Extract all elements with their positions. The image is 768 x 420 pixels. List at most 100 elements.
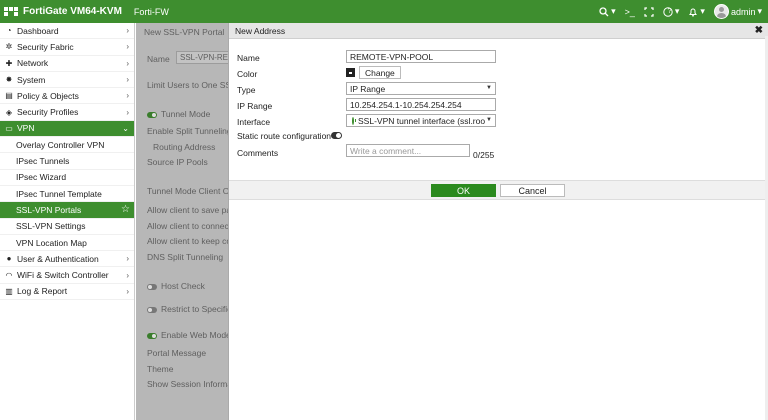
dialog-header: New Address ✖ (229, 23, 768, 39)
ip-range-label: IP Range (237, 101, 273, 111)
chevron-down-icon: ▾ (757, 6, 762, 16)
sidebar-item-label: IPsec Tunnel Template (16, 188, 102, 199)
sidebar-item-vpn-location-map[interactable]: VPN Location Map (0, 235, 134, 252)
chevron-right-icon: › (126, 58, 129, 68)
name-field[interactable]: REMOTE-VPN-POOL (346, 50, 496, 63)
sidebar-item-label: Policy & Objects (17, 90, 79, 101)
help-button[interactable]: ? ▾ (663, 6, 679, 17)
bg-split-tunneling: Enable Split Tunneling (147, 126, 228, 136)
cli-console-button[interactable]: >_ (625, 7, 635, 17)
chevron-down-icon: ▾ (700, 6, 705, 16)
fullscreen-button[interactable] (644, 6, 654, 17)
type-label: Type (237, 85, 256, 95)
sidebar-item-vpn[interactable]: ▭ VPN ⌄ (0, 120, 134, 138)
dialog-title: New Address (235, 25, 286, 36)
sidebar-item-label: WiFi & Switch Controller (17, 270, 109, 281)
sidebar-item-security-fabric[interactable]: ✲ Security Fabric › (0, 39, 134, 56)
type-select-value: IP Range (350, 83, 386, 94)
search-button[interactable]: ▾ (599, 6, 616, 17)
sidebar: ◔ Dashboard › ✲ Security Fabric › ✚ Network › … (0, 23, 135, 420)
user-icon: ● (6, 254, 12, 264)
sidebar-item-label: VPN (17, 123, 35, 134)
hostname: Forti-FW (133, 6, 169, 17)
chevron-right-icon: › (126, 286, 129, 296)
dialog-footer (229, 180, 768, 200)
sidebar-item-ipsec-tunnels[interactable]: IPsec Tunnels (0, 153, 134, 170)
sidebar-item-overlay-controller-vpn[interactable]: Overlay Controller VPN (0, 137, 134, 154)
sidebar-item-label: User & Authentication (17, 253, 99, 264)
sidebar-item-label: Security Fabric (17, 41, 74, 52)
network-icon: ✚ (5, 58, 13, 68)
ok-button[interactable]: OK (431, 184, 496, 197)
sidebar-item-label: Log & Report (17, 286, 68, 297)
sidebar-item-system[interactable]: ✸ System › (0, 72, 134, 89)
sidebar-item-ssl-vpn-settings[interactable]: SSL-VPN Settings (0, 219, 134, 235)
name-label: Name (237, 53, 260, 63)
chevron-right-icon: › (126, 75, 129, 85)
notifications-button[interactable]: ▾ (688, 6, 705, 17)
type-select[interactable]: IP Range (346, 82, 496, 95)
close-icon[interactable]: ✖ (755, 25, 763, 36)
chevron-right-icon: › (126, 107, 129, 117)
fortigate-logo[interactable]: FortiGate VM64-KVM (0, 6, 122, 17)
sidebar-item-label: Network (17, 58, 49, 69)
sidebar-item-security-profiles[interactable]: ◈ Security Profiles › (0, 104, 134, 121)
terminal-icon: >_ (624, 6, 635, 17)
bg-allow-keep: Allow client to keep co (147, 236, 228, 246)
bg-routing-address: Routing Address (153, 142, 216, 152)
username: admin (730, 6, 756, 17)
bg-tunnel-mode: Tunnel Mode (147, 109, 210, 119)
sidebar-item-network[interactable]: ✚ Network › (0, 56, 134, 72)
chevron-right-icon: › (126, 42, 129, 52)
bg-theme: Theme (147, 364, 174, 374)
fullscreen-icon (644, 6, 654, 17)
bg-tunnel-client-opts: Tunnel Mode Client Op (147, 186, 228, 196)
monitor-icon: ▭ (5, 123, 13, 133)
chevron-down-icon: ▾ (611, 6, 616, 16)
bg-restrict: Restrict to Specific (147, 304, 228, 314)
chevron-down-icon: ⌄ (122, 123, 129, 133)
interface-select[interactable]: SSL-VPN tunnel interface (ssl.roo (346, 114, 496, 127)
sidebar-item-label: Overlay Controller VPN (16, 139, 105, 150)
bg-restrict-label: Restrict to Specific (161, 304, 228, 314)
sidebar-item-label: IPsec Wizard (16, 172, 67, 183)
sidebar-item-label: VPN Location Map (16, 237, 87, 248)
shield-icon: ◈ (5, 107, 13, 117)
bg-source-ip-pools: Source IP Pools (147, 157, 208, 167)
ip-range-field[interactable]: 10.254.254.1-10.254.254.254 (346, 98, 496, 111)
sidebar-item-dashboard[interactable]: ◔ Dashboard › (0, 23, 134, 40)
sidebar-item-ipsec-wizard[interactable]: IPsec Wizard (0, 170, 134, 186)
bg-tunnel-mode-label: Tunnel Mode (161, 109, 211, 119)
bg-dns-split: DNS Split Tunneling (147, 252, 224, 262)
toggle-icon (147, 306, 157, 313)
sidebar-item-user-authentication[interactable]: ● User & Authentication › (0, 251, 134, 268)
sidebar-item-label: IPsec Tunnels (16, 156, 70, 167)
background-tab: New SSL-VPN Portal (144, 27, 225, 37)
toggle-icon (147, 283, 157, 290)
sidebar-item-ssl-vpn-portals[interactable]: SSL-VPN Portals ☆ (0, 202, 134, 219)
comments-textarea[interactable]: Write a comment... (346, 144, 470, 157)
star-icon[interactable]: ☆ (121, 204, 130, 215)
sidebar-item-wifi-switch-controller[interactable]: ◠ WiFi & Switch Controller › (0, 267, 134, 284)
bg-host-check: Host Check (147, 281, 205, 291)
cancel-button[interactable]: Cancel (500, 184, 565, 197)
color-swatch-icon (346, 68, 355, 77)
sidebar-item-label: Security Profiles (17, 107, 79, 118)
chevron-right-icon: › (126, 91, 129, 101)
tunnel-interface-icon (352, 116, 356, 125)
bg-host-check-label: Host Check (161, 281, 205, 291)
sidebar-item-ipsec-tunnel-template[interactable]: IPsec Tunnel Template (0, 186, 134, 203)
policy-icon: ▤ (5, 91, 13, 101)
bg-limit-users: Limit Users to One SSL (147, 80, 228, 90)
static-route-toggle[interactable] (331, 132, 342, 139)
color-label: Color (237, 69, 258, 79)
sidebar-item-log-report[interactable]: ▥ Log & Report › (0, 284, 134, 301)
chevron-right-icon: › (126, 270, 129, 280)
wifi-icon: ◠ (5, 270, 13, 280)
toggle-icon (147, 111, 157, 118)
user-menu[interactable]: admin ▾ (713, 4, 762, 19)
interface-label: Interface (237, 117, 271, 127)
bg-allow-connect: Allow client to connect (147, 221, 228, 231)
sidebar-item-policy-objects[interactable]: ▤ Policy & Objects › (0, 88, 134, 105)
change-color-button[interactable]: Change (359, 66, 401, 79)
